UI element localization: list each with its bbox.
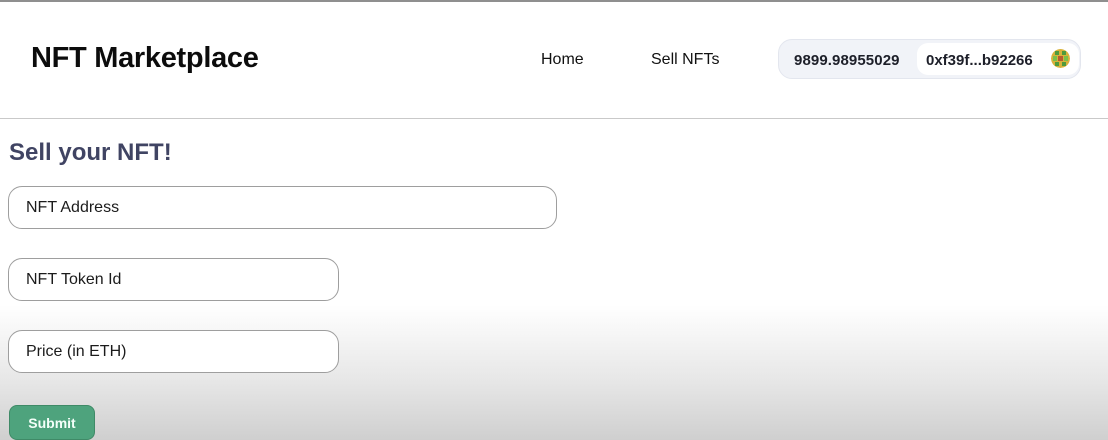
navbar: NFT Marketplace Home Sell NFTs 9899.9895… [0, 2, 1108, 119]
identicon-avatar-icon [1051, 49, 1070, 68]
price-input[interactable] [8, 330, 339, 373]
wallet-address: 0xf39f...b92266 [926, 52, 1033, 69]
nft-token-id-input[interactable] [8, 258, 339, 301]
page-title: Sell your NFT! [9, 139, 172, 166]
wallet-connect-button[interactable]: 9899.98955029 0xf39f...b92266 [778, 39, 1081, 79]
wallet-account-button[interactable]: 0xf39f...b92266 [917, 43, 1079, 75]
wallet-balance: 9899.98955029 [794, 52, 900, 69]
nft-address-input[interactable] [8, 186, 557, 229]
submit-button[interactable]: Submit [9, 405, 95, 440]
nav-home-link[interactable]: Home [541, 51, 584, 69]
brand-title: NFT Marketplace [31, 42, 259, 74]
nav-sell-nfts-link[interactable]: Sell NFTs [651, 51, 719, 69]
